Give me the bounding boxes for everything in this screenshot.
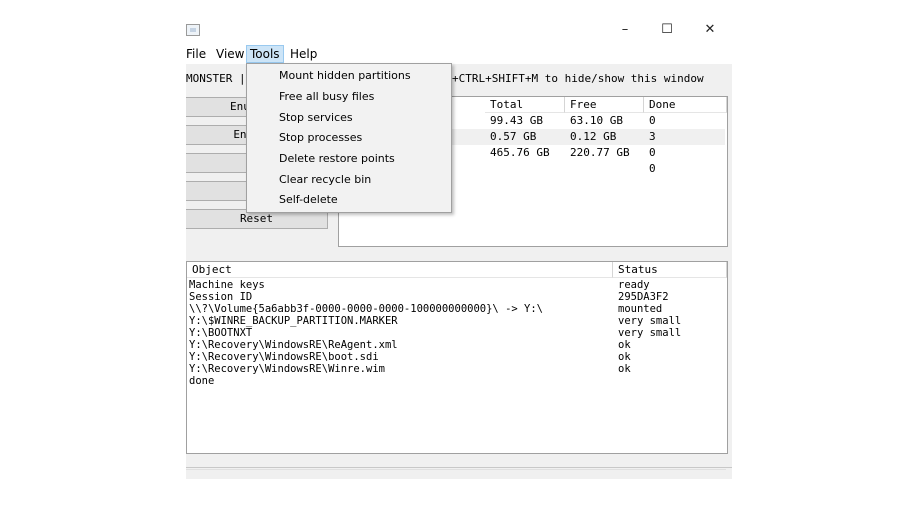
log-object: Y:\Recovery\WindowsRE\ReAgent.xml xyxy=(189,339,398,351)
header-object[interactable]: Object xyxy=(187,262,613,278)
menu-item-mount-hidden-partitions[interactable]: Mount hidden partitions xyxy=(248,66,450,86)
drive-total: 465.76 GB xyxy=(490,146,550,159)
log-row[interactable]: \\?\Volume{5a6abb3f-0000-0000-0000-10000… xyxy=(189,303,725,315)
app-icon xyxy=(186,24,200,36)
log-object: Y:\BOOTNXT xyxy=(189,327,253,339)
log-row[interactable]: Y:\Recovery\WindowsRE\Winre.wim ok xyxy=(189,363,725,375)
drive-done: 0 xyxy=(649,114,656,127)
log-status: 295DA3F2 xyxy=(618,291,669,303)
log-list[interactable]: Object Status Machine keys ready Session… xyxy=(186,261,728,454)
drive-done: 0 xyxy=(649,146,656,159)
minimize-button[interactable]: – xyxy=(610,20,640,40)
log-status: mounted xyxy=(618,303,663,315)
log-object: \\?\Volume{5a6abb3f-0000-0000-0000-10000… xyxy=(189,303,544,315)
drive-free: 63.10 GB xyxy=(570,114,623,127)
menu-item-stop-services[interactable]: Stop services xyxy=(248,108,450,128)
log-row[interactable]: Y:\Recovery\WindowsRE\boot.sdi ok xyxy=(189,351,725,363)
log-status: very small xyxy=(618,315,682,327)
header-total[interactable]: Total xyxy=(485,97,565,113)
header-free[interactable]: Free xyxy=(565,97,644,113)
log-row[interactable]: Session ID 295DA3F2 xyxy=(189,291,725,303)
log-status: ok xyxy=(618,351,631,363)
log-row[interactable]: Y:\$WINRE_BACKUP_PARTITION.MARKER very s… xyxy=(189,315,725,327)
header-done[interactable]: Done xyxy=(644,97,727,113)
log-row[interactable]: Y:\BOOTNXT very small xyxy=(189,327,725,339)
close-button[interactable]: ✕ xyxy=(695,20,725,40)
drive-done: 3 xyxy=(649,130,656,143)
menu-item-free-all-busy-files[interactable]: Free all busy files xyxy=(248,87,450,107)
log-object: Session ID xyxy=(189,291,253,303)
log-object: Y:\Recovery\WindowsRE\Winre.wim xyxy=(189,363,385,375)
log-row[interactable]: done xyxy=(189,375,725,387)
log-object: Machine keys xyxy=(189,279,265,291)
maximize-button[interactable]: ☐ xyxy=(652,20,682,40)
log-status: very small xyxy=(618,327,682,339)
menu-item-stop-processes[interactable]: Stop processes xyxy=(248,128,450,148)
menu-item-delete-restore-points[interactable]: Delete restore points xyxy=(248,149,450,169)
menu-item-self-delete[interactable]: Self-delete xyxy=(248,190,450,210)
log-object: done xyxy=(189,375,215,387)
status-bar xyxy=(186,467,732,479)
menu-tools[interactable]: Tools xyxy=(246,45,284,63)
menu-file[interactable]: File xyxy=(183,46,209,62)
menu-bar: File View Tools Help xyxy=(186,44,486,64)
log-status: ok xyxy=(618,339,631,351)
drive-total: 0.57 GB xyxy=(490,130,537,143)
hotkey-hint: +CTRL+SHIFT+M to hide/show this window xyxy=(452,72,704,85)
drive-total: 99.43 GB xyxy=(490,114,543,127)
log-status: ok xyxy=(618,363,631,375)
log-row[interactable]: Machine keys ready xyxy=(189,279,725,291)
menu-view[interactable]: View xyxy=(213,46,247,62)
log-object: Y:\$WINRE_BACKUP_PARTITION.MARKER xyxy=(189,315,398,327)
tools-dropdown-menu: Mount hidden partitions Free all busy fi… xyxy=(246,63,452,213)
log-object: Y:\Recovery\WindowsRE\boot.sdi xyxy=(189,351,379,363)
header-status[interactable]: Status xyxy=(613,262,727,278)
log-status: ready xyxy=(618,279,650,291)
menu-item-clear-recycle-bin[interactable]: Clear recycle bin xyxy=(248,170,450,190)
log-row[interactable]: Y:\Recovery\WindowsRE\ReAgent.xml ok xyxy=(189,339,725,351)
menu-help[interactable]: Help xyxy=(287,46,320,62)
drive-done: 0 xyxy=(649,162,656,175)
drive-free: 220.77 GB xyxy=(570,146,630,159)
hotkey-hint-left: MONSTER | xyxy=(186,72,246,85)
drive-free: 0.12 GB xyxy=(570,130,617,143)
